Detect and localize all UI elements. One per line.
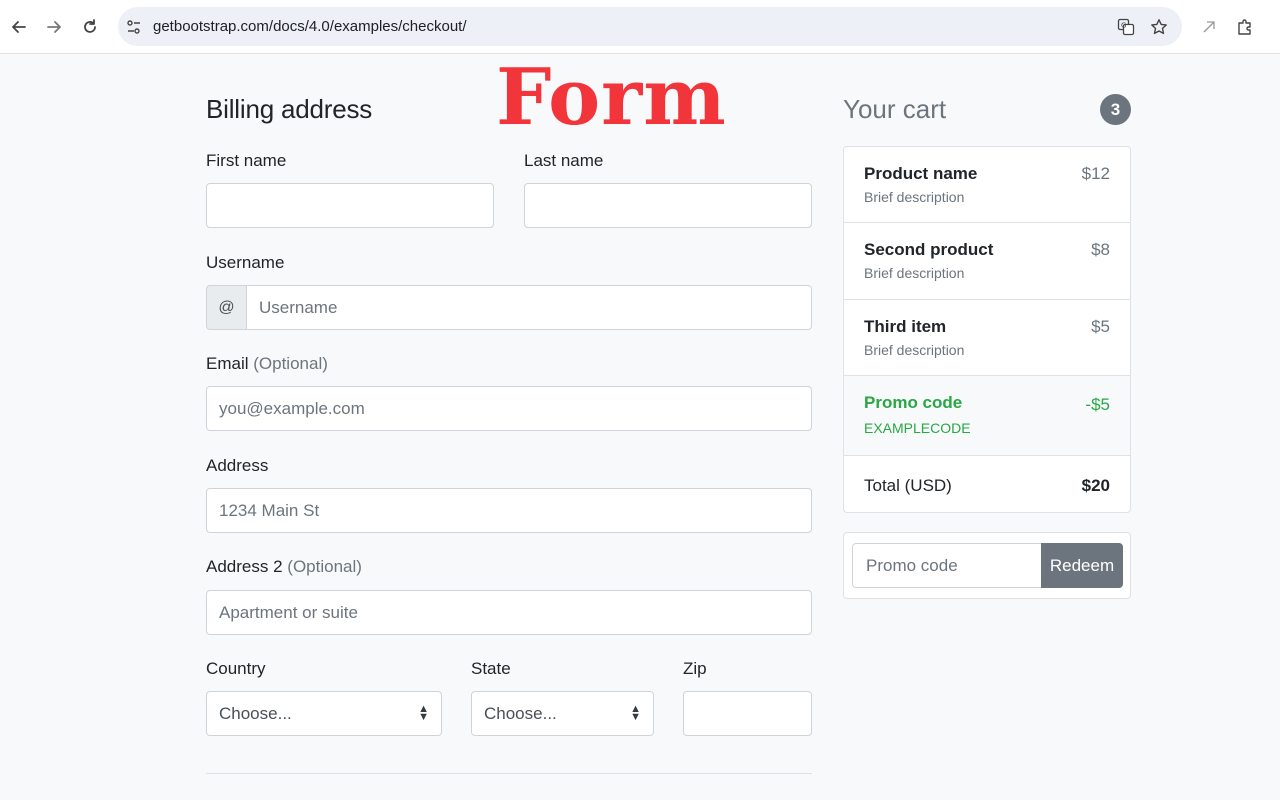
browser-toolbar: getbootstrap.com/docs/4.0/examples/check… xyxy=(0,0,1280,54)
country-label: Country xyxy=(206,659,266,678)
email-label-text: Email xyxy=(206,354,249,373)
site-settings-icon[interactable] xyxy=(123,16,145,38)
select-updown-icon: ▲ ▼ xyxy=(630,703,641,723)
translate-icon[interactable]: G xyxy=(1115,16,1137,38)
address2-optional-text: (Optional) xyxy=(287,557,362,576)
cart-item-name: Third item xyxy=(864,317,947,336)
puzzle-extensions-icon[interactable] xyxy=(1231,13,1259,41)
cart-item-desc: Brief description xyxy=(864,189,965,205)
total-label: Total (USD) xyxy=(864,476,952,495)
last-name-label: Last name xyxy=(524,151,604,170)
reload-icon[interactable] xyxy=(76,13,104,41)
zip-label: Zip xyxy=(683,659,707,678)
billing-title: Billing address xyxy=(206,94,373,124)
address2-label: Address 2 (Optional) xyxy=(206,557,362,577)
cart-item: Second product Brief description $8 xyxy=(844,223,1130,300)
bookmark-star-icon[interactable] xyxy=(1148,16,1170,38)
back-arrow-icon[interactable] xyxy=(5,13,33,41)
cart-title: Your cart xyxy=(843,94,947,124)
cart-item-price: $8 xyxy=(1091,240,1110,259)
username-label: Username xyxy=(206,253,285,272)
cart-item: Product name Brief description $12 xyxy=(844,147,1130,223)
address2-input[interactable]: Apartment or suite xyxy=(206,590,812,635)
zip-input[interactable] xyxy=(683,691,812,736)
cart-promo-row: Promo code EXAMPLECODE -$5 xyxy=(844,376,1130,456)
cart-item-desc: Brief description xyxy=(864,342,965,358)
svg-text:G: G xyxy=(1121,22,1126,30)
total-value: $20 xyxy=(1081,476,1110,495)
cart-item: Third item Brief description $5 xyxy=(844,300,1130,376)
cart-item-desc: Brief description xyxy=(864,265,965,281)
promo-code-input[interactable]: Promo code xyxy=(852,543,1042,588)
last-name-input[interactable] xyxy=(524,183,812,228)
country-select[interactable]: Choose... ▲ ▼ xyxy=(206,691,442,736)
email-label: Email (Optional) xyxy=(206,354,328,374)
state-select[interactable]: Choose... ▲ ▼ xyxy=(471,691,654,736)
cart-item-name: Second product xyxy=(864,240,994,259)
first-name-input[interactable] xyxy=(206,183,494,228)
overlay-title: Form xyxy=(496,52,727,143)
promo-form: Promo code Redeem xyxy=(843,532,1131,599)
email-input[interactable]: you@example.com xyxy=(206,386,812,431)
section-divider xyxy=(206,773,812,774)
email-optional-text: (Optional) xyxy=(253,354,328,373)
address-input[interactable]: 1234 Main St xyxy=(206,488,812,533)
forward-arrow-icon[interactable] xyxy=(40,13,68,41)
state-label: State xyxy=(471,659,511,678)
promo-code: EXAMPLECODE xyxy=(864,420,971,436)
country-select-value: Choose... xyxy=(219,703,292,723)
address-bar[interactable]: getbootstrap.com/docs/4.0/examples/check… xyxy=(118,7,1182,46)
first-name-label: First name xyxy=(206,151,287,170)
promo-amount: -$5 xyxy=(1085,395,1110,414)
url-text[interactable]: getbootstrap.com/docs/4.0/examples/check… xyxy=(153,18,467,35)
username-prepend: @ xyxy=(206,285,247,330)
cart-list: Product name Brief description $12 Secon… xyxy=(843,146,1131,513)
promo-name: Promo code xyxy=(864,393,963,412)
cart-item-price: $12 xyxy=(1081,164,1110,183)
extension-icon[interactable] xyxy=(1195,13,1223,41)
select-updown-icon: ▲ ▼ xyxy=(418,703,429,723)
address2-label-text: Address 2 xyxy=(206,557,283,576)
state-select-value: Choose... xyxy=(484,703,557,723)
redeem-button[interactable]: Redeem xyxy=(1041,543,1123,588)
cart-item-name: Product name xyxy=(864,164,978,183)
cart-count-badge: 3 xyxy=(1100,94,1131,125)
cart-item-price: $5 xyxy=(1091,317,1110,336)
address-label: Address xyxy=(206,456,269,475)
cart-total-row: Total (USD) $20 xyxy=(844,456,1130,512)
username-input[interactable]: Username xyxy=(246,285,812,330)
